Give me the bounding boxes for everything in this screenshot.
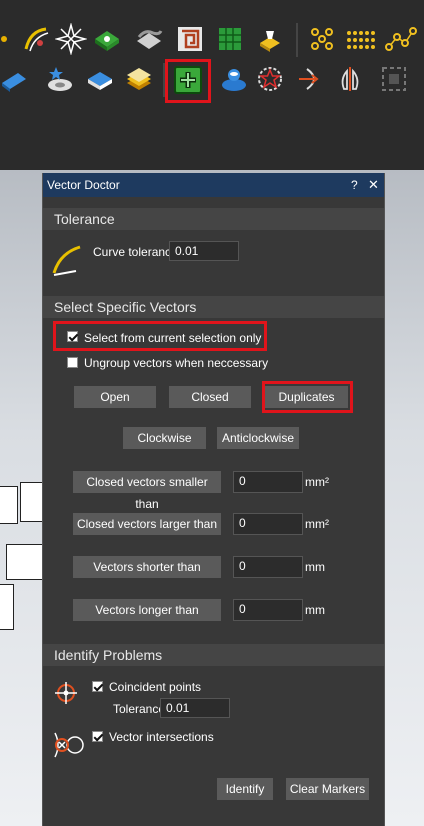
coincident-points-icon (53, 678, 81, 708)
open-button[interactable]: Open (74, 386, 156, 408)
dashed-box-icon[interactable] (378, 63, 410, 95)
lamp-icon[interactable] (254, 23, 286, 55)
anticlockwise-button[interactable]: Anticlockwise (217, 427, 299, 449)
closed-smaller-unit: mm² (305, 475, 329, 489)
vector-doctor-panel: Vector Doctor ? ✕ Tolerance Curve tolera… (42, 173, 385, 826)
green-grid-icon[interactable] (214, 23, 246, 55)
closed-larger-input[interactable]: 0 (233, 513, 303, 535)
vectors-shorter-input[interactable]: 0 (233, 556, 303, 578)
drawing-shape (0, 486, 18, 524)
spiral-tile-icon[interactable] (174, 23, 206, 55)
identify-button[interactable]: Identify (217, 778, 273, 800)
vectors-longer-button[interactable]: Vectors longer than (73, 599, 221, 621)
curve-tolerance-input[interactable]: 0.01 (169, 241, 239, 261)
star-base-icon[interactable] (44, 63, 76, 95)
star-burst-icon[interactable] (54, 22, 88, 56)
mirror-icon[interactable] (334, 63, 366, 95)
blue-bowl-icon[interactable] (218, 63, 250, 95)
vector-doctor-icon[interactable] (172, 64, 204, 96)
tolerance-section-header: Tolerance (43, 208, 384, 230)
vector-intersections-checkbox[interactable] (92, 731, 103, 742)
current-selection-checkbox[interactable] (67, 331, 78, 342)
problem-tolerance-label: Tolerance (113, 702, 166, 716)
help-button[interactable]: ? (351, 178, 358, 192)
panel-title: Vector Doctor (47, 178, 120, 192)
curve-tolerance-label: Curve tolerance (93, 245, 178, 259)
tolerance-heading: Tolerance (54, 211, 115, 227)
vectors-longer-unit: mm (305, 603, 325, 617)
dotted-wave-icon[interactable] (345, 23, 377, 55)
offset-arrow-icon[interactable] (295, 63, 327, 95)
layer-stack-icon[interactable] (123, 63, 155, 95)
clear-markers-button[interactable]: Clear Markers (286, 778, 369, 800)
closed-larger-button[interactable]: Closed vectors larger than (73, 513, 221, 535)
clockwise-button[interactable]: Clockwise (123, 427, 206, 449)
node-chain-icon[interactable] (385, 23, 417, 55)
star-ring-icon[interactable] (254, 63, 286, 95)
identify-problems-heading: Identify Problems (54, 647, 163, 663)
drawing-shape (6, 544, 44, 580)
main-toolbar (0, 0, 424, 170)
curve-tolerance-icon (50, 243, 84, 279)
coincident-points-checkbox[interactable] (92, 681, 103, 692)
close-button[interactable]: ✕ (368, 177, 379, 193)
toolbar-separator (296, 23, 298, 57)
vector-intersections-label: Vector intersections (109, 730, 214, 744)
vectors-shorter-button[interactable]: Vectors shorter than (73, 556, 221, 578)
toolbar-separator (163, 63, 165, 97)
closed-button[interactable]: Closed (169, 386, 251, 408)
drawing-shape (0, 584, 14, 630)
vectors-longer-input[interactable]: 0 (233, 599, 303, 621)
select-vectors-heading: Select Specific Vectors (54, 299, 197, 315)
weave-icon[interactable] (133, 23, 165, 55)
select-vectors-section-header: Select Specific Vectors (43, 296, 384, 318)
green-diamond-icon[interactable] (91, 23, 123, 55)
node-path-icon[interactable] (306, 23, 338, 55)
panel-title-bar: Vector Doctor ? ✕ (43, 173, 384, 197)
ungroup-label: Ungroup vectors when neccessary (84, 356, 269, 370)
problem-tolerance-input[interactable]: 0.01 (160, 698, 230, 718)
identify-problems-section-header: Identify Problems (43, 644, 384, 666)
duplicates-button[interactable]: Duplicates (265, 386, 348, 408)
closed-smaller-input[interactable]: 0 (233, 471, 303, 493)
diamond-plate-icon[interactable] (84, 63, 116, 95)
vectors-shorter-unit: mm (305, 560, 325, 574)
ungroup-checkbox[interactable] (67, 357, 78, 368)
vector-intersections-icon (51, 729, 85, 761)
blue-plate-icon[interactable] (0, 63, 32, 95)
closed-smaller-button[interactable]: Closed vectors smaller than (73, 471, 221, 511)
curve-tool-icon[interactable] (20, 23, 52, 55)
coincident-points-label: Coincident points (109, 680, 202, 694)
current-selection-label: Select from current selection only (84, 331, 262, 345)
closed-larger-unit: mm² (305, 517, 329, 531)
